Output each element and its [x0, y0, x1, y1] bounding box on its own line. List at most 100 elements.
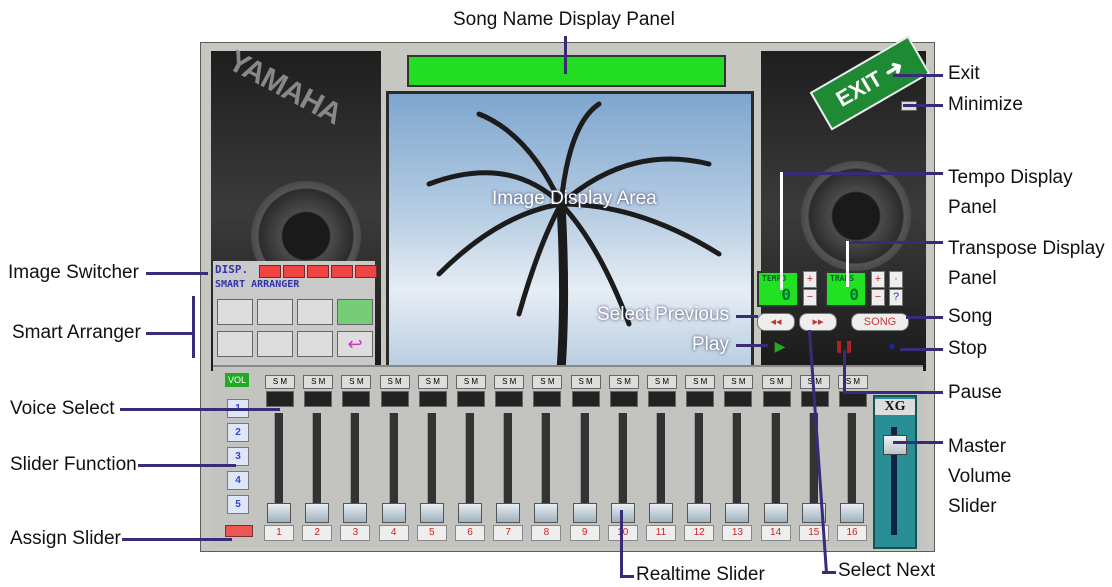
- image-switcher-button-3[interactable]: [307, 265, 329, 278]
- help-button[interactable]: ?: [889, 289, 903, 306]
- master-volume-slider[interactable]: XG: [873, 395, 917, 549]
- solo-mute-toggle[interactable]: S M: [685, 375, 716, 389]
- voice-select-button[interactable]: [304, 391, 333, 407]
- realtime-slider-track: [312, 413, 322, 511]
- select-previous-button[interactable]: ◂◂: [757, 313, 795, 331]
- image-switcher-button-4[interactable]: [331, 265, 353, 278]
- realtime-slider-knob[interactable]: [305, 503, 330, 523]
- voice-select-button[interactable]: [495, 391, 524, 407]
- realtime-slider-knob[interactable]: [343, 503, 368, 523]
- channel-strip: S M 5: [414, 375, 450, 541]
- channel-number: 7: [493, 525, 524, 541]
- channel-number: 2: [302, 525, 333, 541]
- assign-slider-button[interactable]: [225, 525, 253, 537]
- transpose-value: 0: [849, 285, 859, 304]
- realtime-slider-knob[interactable]: [534, 503, 559, 523]
- arranger-horse-icon[interactable]: [297, 299, 333, 325]
- realtime-slider-knob[interactable]: [572, 503, 597, 523]
- voice-select-button[interactable]: [762, 391, 791, 407]
- minimize-pointer: [903, 104, 943, 107]
- realtime-slider-knob[interactable]: [649, 503, 673, 523]
- solo-mute-toggle[interactable]: S M: [456, 375, 486, 389]
- voice-select-button[interactable]: [457, 391, 485, 407]
- pause-pointer-h: [843, 391, 943, 394]
- slider-function-button-5[interactable]: 5: [227, 495, 249, 514]
- slider-function-button-4[interactable]: 4: [227, 471, 249, 490]
- arranger-return-icon[interactable]: ↩: [337, 331, 373, 357]
- channel-number: 9: [569, 525, 600, 541]
- solo-mute-toggle[interactable]: S M: [761, 375, 792, 389]
- voice-select-button[interactable]: [648, 391, 676, 407]
- song-button[interactable]: SONG: [851, 313, 909, 331]
- realtime-slider-track: [656, 413, 665, 511]
- arranger-green-icon[interactable]: [337, 299, 373, 325]
- arranger-dancers-icon[interactable]: [297, 331, 333, 357]
- solo-mute-toggle[interactable]: S M: [647, 375, 677, 389]
- voice-select-button[interactable]: [571, 391, 600, 407]
- solo-mute-toggle[interactable]: S M: [417, 375, 448, 389]
- tempo-minus-button[interactable]: −: [803, 289, 817, 306]
- solo-mute-toggle[interactable]: S M: [265, 375, 295, 389]
- realtime-slider-track: [503, 413, 513, 511]
- smart-arranger-pointer: [146, 332, 194, 335]
- song-name-pointer: [564, 36, 567, 74]
- image-switcher-button-5[interactable]: [355, 265, 377, 278]
- solo-mute-toggle[interactable]: S M: [341, 375, 372, 389]
- solo-mute-toggle[interactable]: S M: [570, 375, 601, 389]
- image-switcher-button-2[interactable]: [283, 265, 305, 278]
- settings-button[interactable]: ·: [889, 271, 903, 288]
- realtime-slider-knob[interactable]: [381, 503, 406, 523]
- realtime-slider-knob[interactable]: [763, 503, 788, 523]
- realtime-slider-knob[interactable]: [419, 503, 444, 523]
- channel-number: 6: [455, 525, 485, 541]
- master-volume-knob[interactable]: [883, 435, 907, 455]
- voice-select-button[interactable]: [266, 391, 294, 407]
- yamaha-xg-player-window: YAMAHA EXIT ➜ TEMPO 0 + − TRANS 0 + − · …: [200, 35, 935, 552]
- transpose-plus-button[interactable]: +: [871, 271, 885, 288]
- channel-number: 8: [531, 525, 562, 541]
- realtime-slider-knob[interactable]: [687, 503, 712, 523]
- solo-mute-toggle[interactable]: S M: [379, 375, 410, 389]
- solo-mute-toggle[interactable]: S M: [723, 375, 754, 389]
- slider-function-button-2[interactable]: 2: [227, 423, 249, 442]
- slider-function-pointer: [138, 464, 236, 467]
- select-next-button[interactable]: ▸▸: [799, 313, 837, 331]
- voice-select-button[interactable]: [686, 391, 715, 407]
- voice-select-button[interactable]: [609, 391, 638, 407]
- master-volume-label-text: Master Volume Slider: [948, 436, 1012, 517]
- voice-select-button[interactable]: [418, 391, 447, 407]
- realtime-slider-knob[interactable]: [840, 503, 864, 523]
- channel-strip: S M 11: [643, 375, 679, 541]
- voice-select-button[interactable]: [533, 391, 562, 407]
- play-label: Play: [692, 334, 729, 355]
- transpose-minus-button[interactable]: −: [871, 289, 885, 306]
- realtime-slider-knob[interactable]: [725, 503, 750, 523]
- solo-mute-toggle[interactable]: S M: [608, 375, 639, 389]
- arranger-tv-icon[interactable]: [257, 331, 293, 357]
- solo-mute-toggle[interactable]: S M: [494, 375, 525, 389]
- transpose-tag: TRANS: [830, 274, 855, 283]
- channel-number: 14: [760, 525, 791, 541]
- realtime-slider-knob[interactable]: [267, 503, 291, 523]
- smart-arranger-title: SMART ARRANGER: [215, 279, 300, 290]
- realtime-slider-knob[interactable]: [458, 503, 482, 523]
- arranger-camera-icon[interactable]: [217, 299, 253, 325]
- arranger-figure-icon[interactable]: [257, 299, 293, 325]
- song-name-display-panel-label: Song Name Display Panel: [453, 9, 675, 30]
- tempo-plus-button[interactable]: +: [803, 271, 817, 288]
- voice-select-button[interactable]: [380, 391, 409, 407]
- realtime-slider-knob[interactable]: [496, 503, 521, 523]
- channel-number: 5: [416, 525, 447, 541]
- tempo-pointer-v: [780, 172, 783, 290]
- play-button[interactable]: ▶: [769, 339, 791, 353]
- solo-mute-toggle[interactable]: S M: [532, 375, 563, 389]
- solo-mute-toggle[interactable]: S M: [303, 375, 334, 389]
- voice-select-button[interactable]: [342, 391, 371, 407]
- channel-number: 1: [264, 525, 294, 541]
- image-switcher-label: Image Switcher: [8, 262, 139, 283]
- voice-select-button[interactable]: [724, 391, 753, 407]
- image-switcher-button-1[interactable]: [259, 265, 281, 278]
- channel-number: 11: [646, 525, 676, 541]
- arranger-people-icon[interactable]: [217, 331, 253, 357]
- voice-select-pointer: [120, 408, 280, 411]
